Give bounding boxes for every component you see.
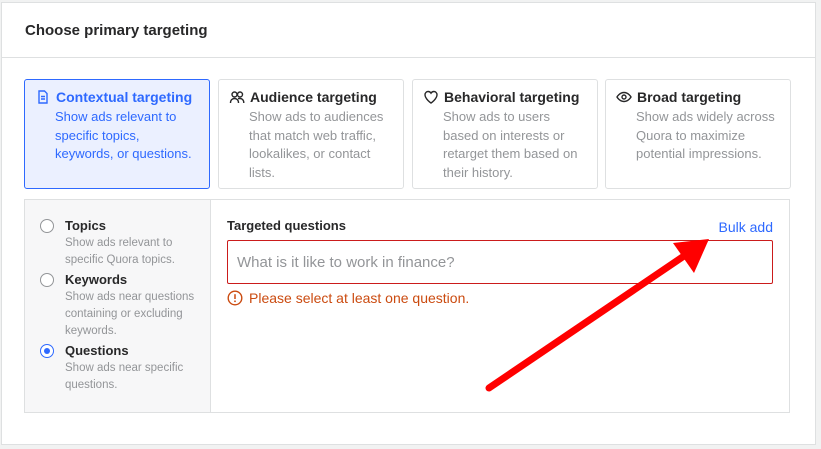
option-description: Show ads near questions containing or ex… bbox=[65, 291, 195, 337]
option-title: Questions bbox=[65, 343, 129, 358]
targeting-details: Topics Show ads relevant to specific Quo… bbox=[24, 199, 790, 413]
card-description: Show ads relevant to specific topics, ke… bbox=[55, 109, 192, 161]
card-description: Show ads to users based on interests or … bbox=[443, 109, 578, 180]
option-title: Topics bbox=[65, 218, 106, 233]
targeting-options: Topics Show ads relevant to specific Quo… bbox=[25, 200, 211, 412]
card-title: Broad targeting bbox=[637, 89, 742, 105]
people-icon bbox=[229, 89, 245, 105]
option-topics[interactable]: Topics Show ads relevant to specific Quo… bbox=[25, 217, 210, 269]
eye-icon bbox=[616, 89, 632, 105]
card-behavioral-targeting[interactable]: Behavioral targeting Show ads to users b… bbox=[412, 79, 598, 189]
card-title: Behavioral targeting bbox=[444, 89, 580, 105]
card-title: Audience targeting bbox=[250, 89, 377, 105]
topics-radio[interactable] bbox=[40, 219, 54, 233]
card-broad-targeting[interactable]: Broad targeting Show ads widely across Q… bbox=[605, 79, 791, 189]
error-icon bbox=[227, 290, 243, 306]
targeted-questions-label: Targeted questions bbox=[227, 218, 346, 233]
card-audience-targeting[interactable]: Audience targeting Show ads to audiences… bbox=[218, 79, 404, 189]
card-description: Show ads to audiences that match web tra… bbox=[249, 109, 384, 180]
heart-icon bbox=[423, 89, 439, 105]
option-questions[interactable]: Questions Show ads near specific questio… bbox=[25, 342, 210, 394]
card-description: Show ads widely across Quora to maximize… bbox=[636, 109, 775, 161]
card-title: Contextual targeting bbox=[56, 89, 193, 105]
targeting-cards: Contextual targeting Show ads relevant t… bbox=[24, 79, 791, 190]
document-icon bbox=[35, 89, 51, 105]
card-contextual-targeting[interactable]: Contextual targeting Show ads relevant t… bbox=[24, 79, 210, 189]
question-search-input[interactable] bbox=[227, 240, 773, 284]
keywords-radio[interactable] bbox=[40, 273, 54, 287]
bulk-add-link[interactable]: Bulk add bbox=[719, 219, 773, 235]
questions-radio[interactable] bbox=[40, 344, 54, 358]
questions-section: Targeted questions Bulk add Please selec… bbox=[211, 200, 789, 412]
panel-title: Choose primary targeting bbox=[2, 3, 815, 58]
option-title: Keywords bbox=[65, 272, 128, 287]
option-keywords[interactable]: Keywords Show ads near questions contain… bbox=[25, 271, 210, 340]
error-text: Please select at least one question. bbox=[249, 290, 470, 306]
error-message: Please select at least one question. bbox=[227, 290, 773, 306]
option-description: Show ads relevant to specific Quora topi… bbox=[65, 237, 175, 266]
option-description: Show ads near specific questions. bbox=[65, 362, 184, 391]
